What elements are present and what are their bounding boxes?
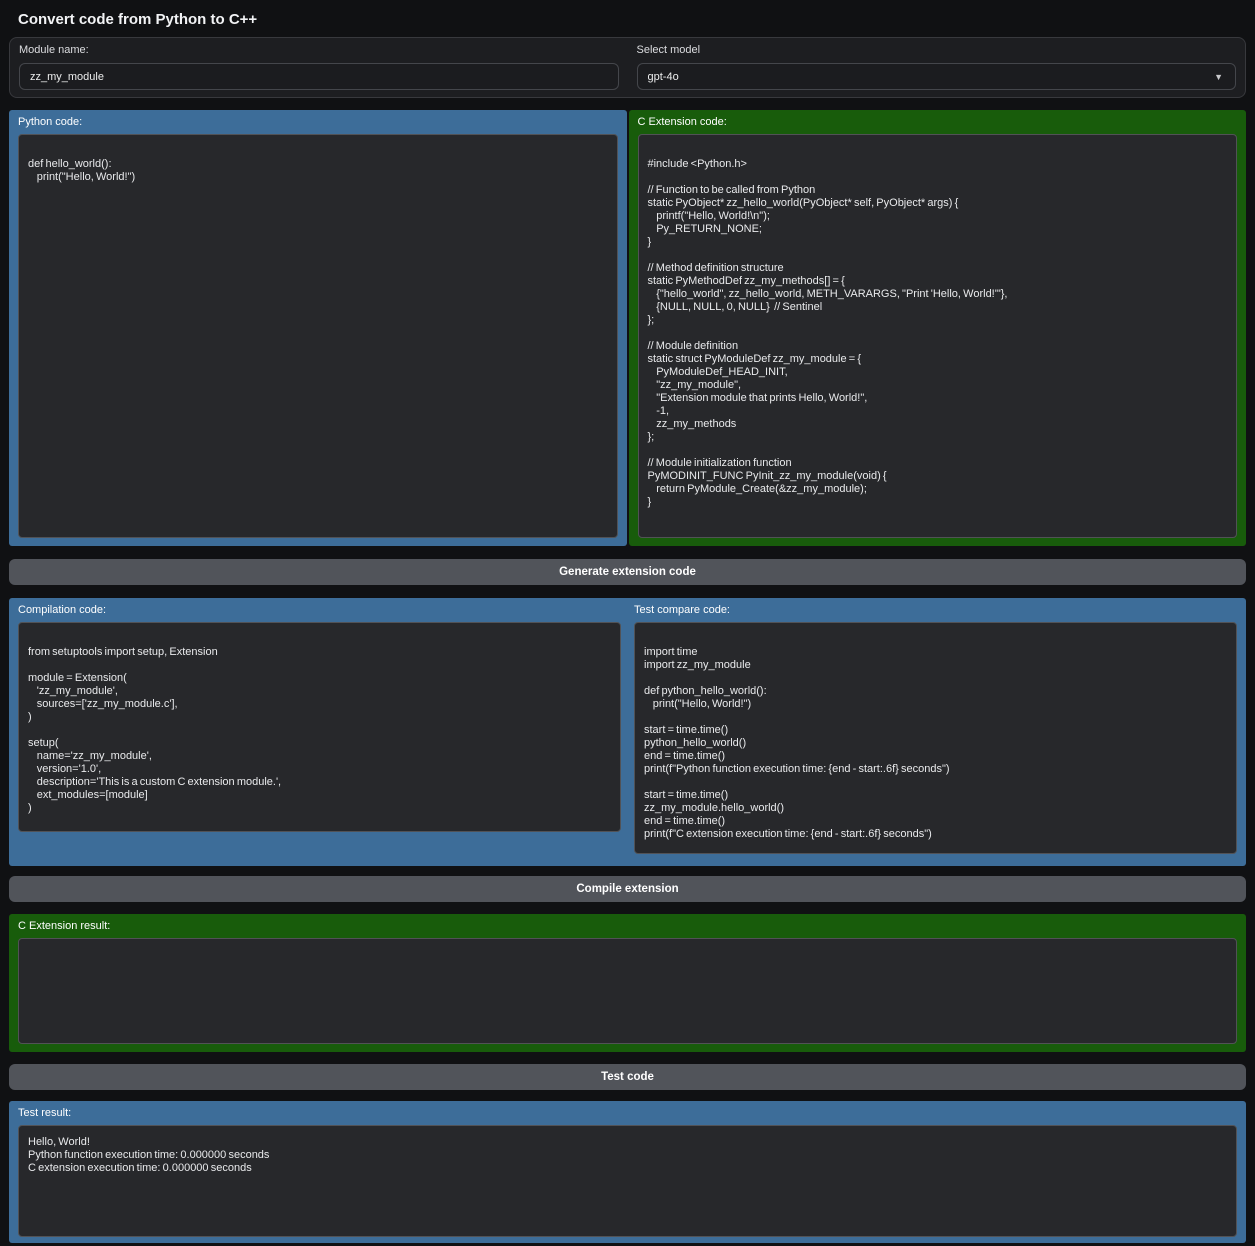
code-row: Python code: def hello_world(): print("H… xyxy=(9,110,1246,546)
c-extension-result-label: C Extension result: xyxy=(18,920,1237,932)
settings-form: Module name: Select model gpt-4o ▼ xyxy=(9,37,1246,98)
compilation-row-panel: Compilation code: from setuptools import… xyxy=(9,598,1246,866)
c-extension-code-panel: C Extension code: #include <Python.h> //… xyxy=(629,110,1247,546)
page-title: Convert code from Python to C++ xyxy=(18,10,1246,30)
model-select-value: gpt-4o xyxy=(648,71,679,83)
model-select-label: Select model xyxy=(637,44,1237,56)
compilation-code-group: Compilation code: from setuptools import… xyxy=(18,604,621,832)
model-select[interactable]: gpt-4o ▼ xyxy=(637,63,1237,90)
compile-extension-button[interactable]: Compile extension xyxy=(9,876,1246,902)
test-result-panel: Test result: Hello, World! Python functi… xyxy=(9,1101,1246,1243)
test-result-box: Hello, World! Python function execution … xyxy=(18,1125,1237,1237)
module-name-group: Module name: xyxy=(19,44,619,88)
python-code-box[interactable]: def hello_world(): print("Hello, World!"… xyxy=(18,134,618,538)
test-code-button[interactable]: Test code xyxy=(9,1064,1246,1090)
c-extension-result-box xyxy=(18,938,1237,1044)
model-select-group: Select model gpt-4o ▼ xyxy=(637,44,1237,88)
test-result-label: Test result: xyxy=(18,1107,1237,1119)
compilation-code-label: Compilation code: xyxy=(18,604,621,616)
c-extension-code-label: C Extension code: xyxy=(638,116,1238,128)
compilation-code-box[interactable]: from setuptools import setup, Extension … xyxy=(18,622,621,832)
test-compare-code-label: Test compare code: xyxy=(634,604,1237,616)
python-code-panel: Python code: def hello_world(): print("H… xyxy=(9,110,627,546)
test-compare-code-group: Test compare code: import time import zz… xyxy=(634,604,1237,854)
module-name-field[interactable] xyxy=(19,63,619,90)
module-name-label: Module name: xyxy=(19,44,619,56)
test-compare-code-box[interactable]: import time import zz_my_module def pyth… xyxy=(634,622,1237,854)
python-code-label: Python code: xyxy=(18,116,618,128)
chevron-down-icon: ▼ xyxy=(1214,72,1223,82)
c-extension-result-panel: C Extension result: xyxy=(9,914,1246,1052)
c-extension-code-box[interactable]: #include <Python.h> // Function to be ca… xyxy=(638,134,1238,538)
generate-extension-code-button[interactable]: Generate extension code xyxy=(9,559,1246,585)
